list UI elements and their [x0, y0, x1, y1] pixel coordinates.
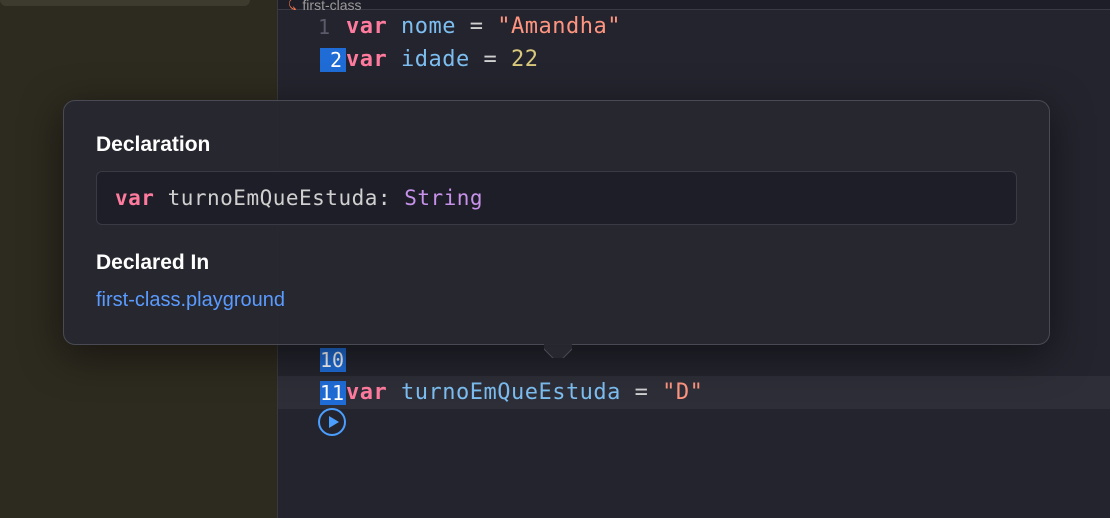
- sidebar-divider: [0, 0, 250, 6]
- breadcrumb-bar[interactable]: ⤹ first-class: [278, 0, 1110, 10]
- number-literal: 22: [511, 47, 539, 72]
- line-number-wrapper: 2: [278, 48, 346, 72]
- line-number-wrapper: 10: [278, 348, 346, 372]
- declaration-code: var turnoEmQueEstuda: String: [115, 186, 998, 210]
- declaration-heading: Declaration: [96, 133, 1017, 157]
- declared-in-link[interactable]: first-class.playground: [96, 289, 1017, 312]
- type: String: [404, 186, 483, 210]
- identifier: turnoEmQueEstuda: [401, 380, 621, 405]
- operator: =: [635, 380, 649, 405]
- operator: =: [483, 47, 497, 72]
- identifier: idade: [401, 47, 470, 72]
- declared-in-heading: Declared In: [96, 251, 1017, 275]
- editor-line-current[interactable]: 11 var turnoEmQueEstuda = "D": [278, 376, 1110, 409]
- declaration-code-box[interactable]: var turnoEmQueEstuda: String: [96, 171, 1017, 225]
- editor-line[interactable]: 1 var nome = "Amandha": [278, 10, 1110, 43]
- code-content[interactable]: var turnoEmQueEstuda = "D": [346, 380, 703, 405]
- editor-line[interactable]: 2 var idade = 22: [278, 43, 1110, 76]
- editor-line[interactable]: 10: [278, 343, 1110, 376]
- line-number: 1: [278, 15, 346, 39]
- code-content[interactable]: var nome = "Amandha": [346, 14, 621, 39]
- string-literal: "D": [662, 380, 703, 405]
- popover-arrow-icon: [544, 344, 572, 358]
- line-number: 10: [320, 348, 346, 372]
- keyword: var: [346, 380, 387, 405]
- code-content[interactable]: var idade = 22: [346, 47, 538, 72]
- identifier: nome: [401, 14, 456, 39]
- play-icon: [329, 416, 339, 428]
- operator: =: [470, 14, 484, 39]
- keyword: var: [346, 14, 387, 39]
- string-literal: "Amandha": [497, 14, 621, 39]
- line-number: 2: [320, 48, 346, 72]
- line-number-wrapper: 11: [278, 381, 346, 405]
- keyword: var: [115, 186, 154, 210]
- quick-help-popover: Declaration var turnoEmQueEstuda: String…: [63, 100, 1050, 345]
- run-button[interactable]: [318, 408, 346, 436]
- keyword: var: [346, 47, 387, 72]
- identifier: turnoEmQueEstuda: [168, 186, 378, 210]
- line-number: 11: [320, 381, 346, 405]
- colon: :: [378, 186, 404, 210]
